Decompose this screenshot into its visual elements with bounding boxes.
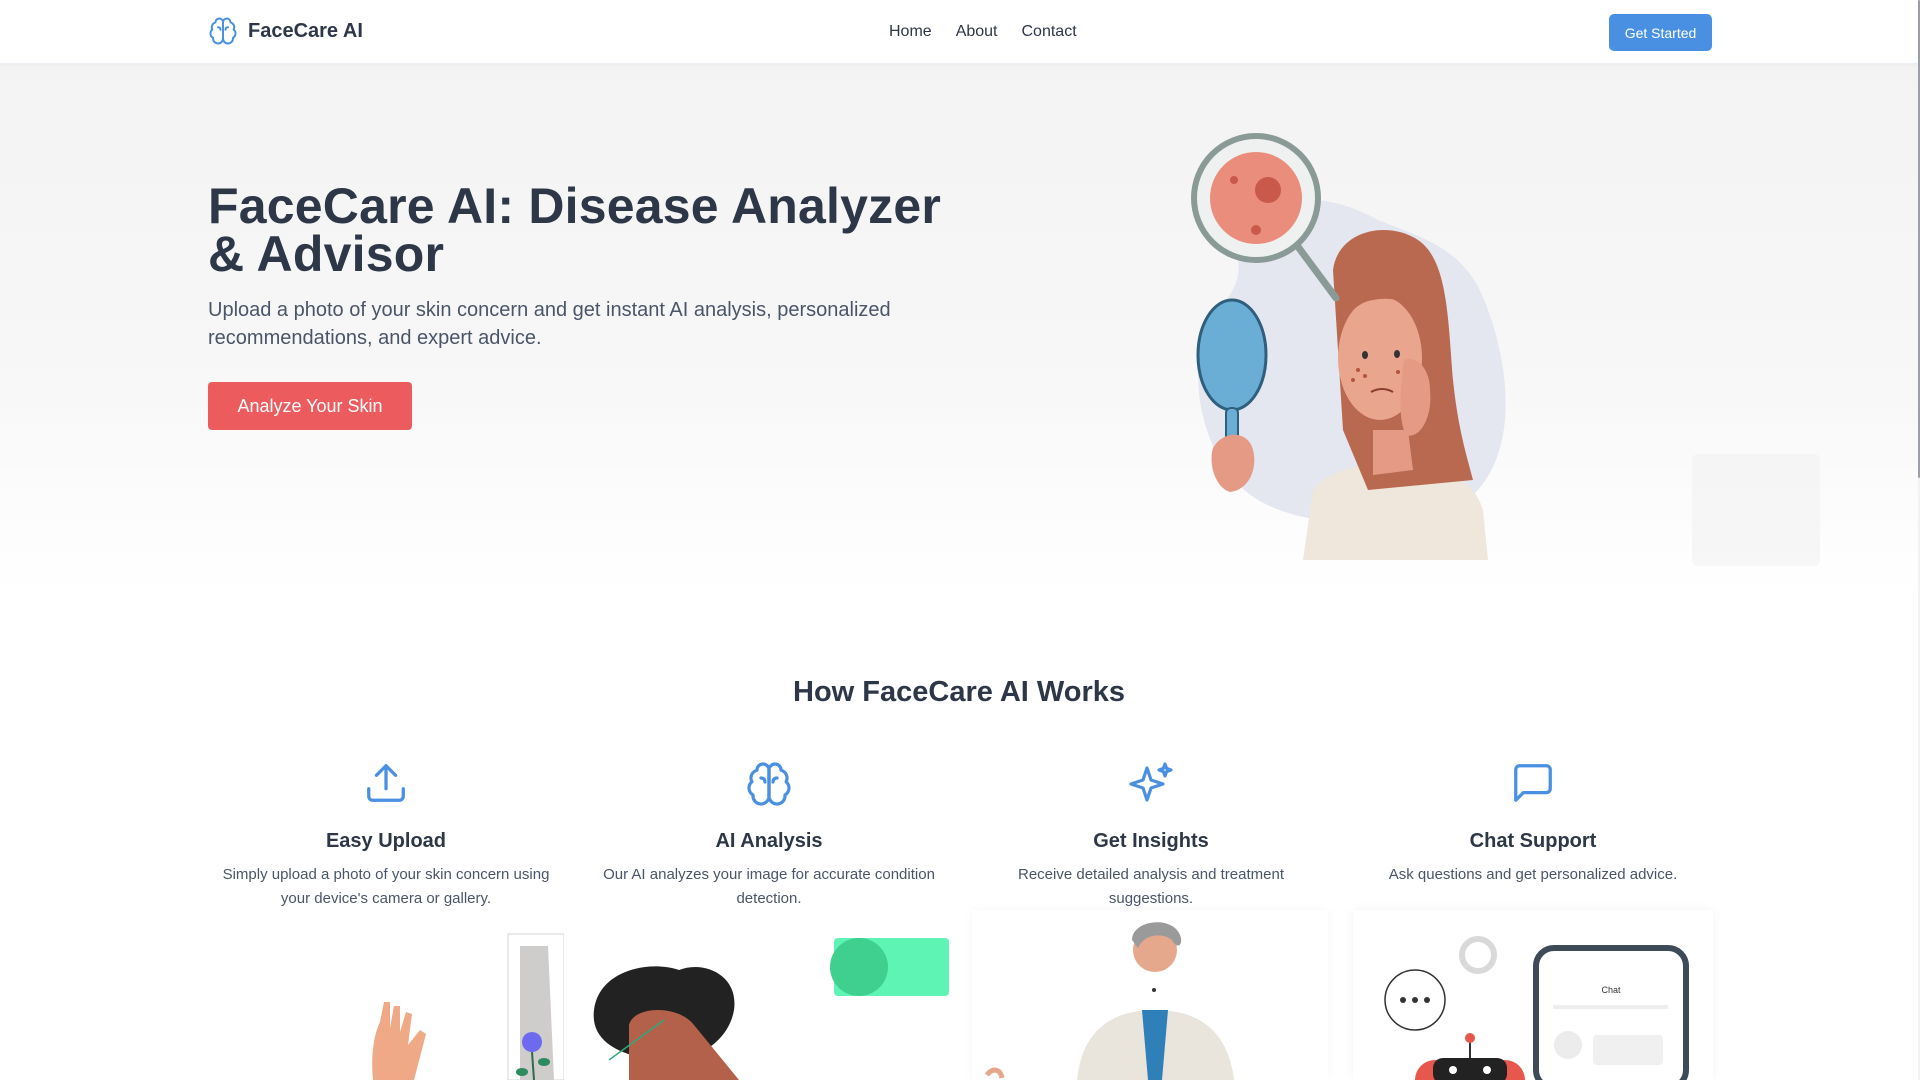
insights-illustration (972, 910, 1328, 1080)
how-it-works-title: How FaceCare AI Works (793, 676, 1125, 708)
feature-easy-upload: Easy Upload Simply upload a photo of you… (208, 760, 564, 911)
feature-text: Ask questions and get personalized advic… (1388, 866, 1678, 883)
brain-logo-icon (208, 16, 238, 46)
feature-get-insights: Get Insights Receive detailed analysis a… (973, 760, 1329, 911)
nav-about[interactable]: About (956, 23, 998, 41)
hero-subtitle: Upload a photo of your skin concern and … (208, 299, 891, 349)
feature-text: Simply upload a photo of your skin conce… (222, 866, 550, 907)
upload-icon (208, 760, 564, 808)
feature-text: Our AI analyzes your image for accurate … (603, 866, 935, 907)
hero-illustration (1168, 130, 1548, 560)
nav-home[interactable]: Home (889, 23, 932, 41)
get-started-button[interactable]: Get Started (1609, 14, 1712, 51)
feature-title: Easy Upload (325, 830, 447, 852)
feature-title: Get Insights (1093, 830, 1209, 852)
analysis-illustration (589, 910, 949, 1080)
decorative-box (1692, 454, 1820, 566)
site-header: FaceCare AI Home About Contact Get Start… (0, 0, 1918, 64)
feature-title: Chat Support (1469, 830, 1597, 852)
feature-text: Receive detailed analysis and treatment … (1018, 866, 1284, 907)
sparkles-icon (973, 760, 1329, 808)
hero-title: FaceCare AI: Disease Analyzer & Advisor (208, 178, 942, 282)
feature-chat-support: Chat Support Ask questions and get perso… (1355, 760, 1711, 887)
nav-contact[interactable]: Contact (1022, 23, 1077, 41)
brain-icon (591, 760, 947, 808)
upload-illustration (208, 910, 564, 1080)
main-nav: Home About Contact (889, 23, 1077, 41)
chat-mock-label: Chat (1601, 985, 1621, 995)
brand[interactable]: FaceCare AI (208, 16, 363, 46)
feature-title: AI Analysis (715, 830, 823, 852)
chat-illustration: Chat (1353, 910, 1713, 1080)
brand-name: FaceCare AI (248, 19, 363, 42)
analyze-skin-button[interactable]: Analyze Your Skin (208, 382, 412, 430)
feature-ai-analysis: AI Analysis Our AI analyzes your image f… (591, 760, 947, 911)
chat-icon (1355, 760, 1711, 808)
